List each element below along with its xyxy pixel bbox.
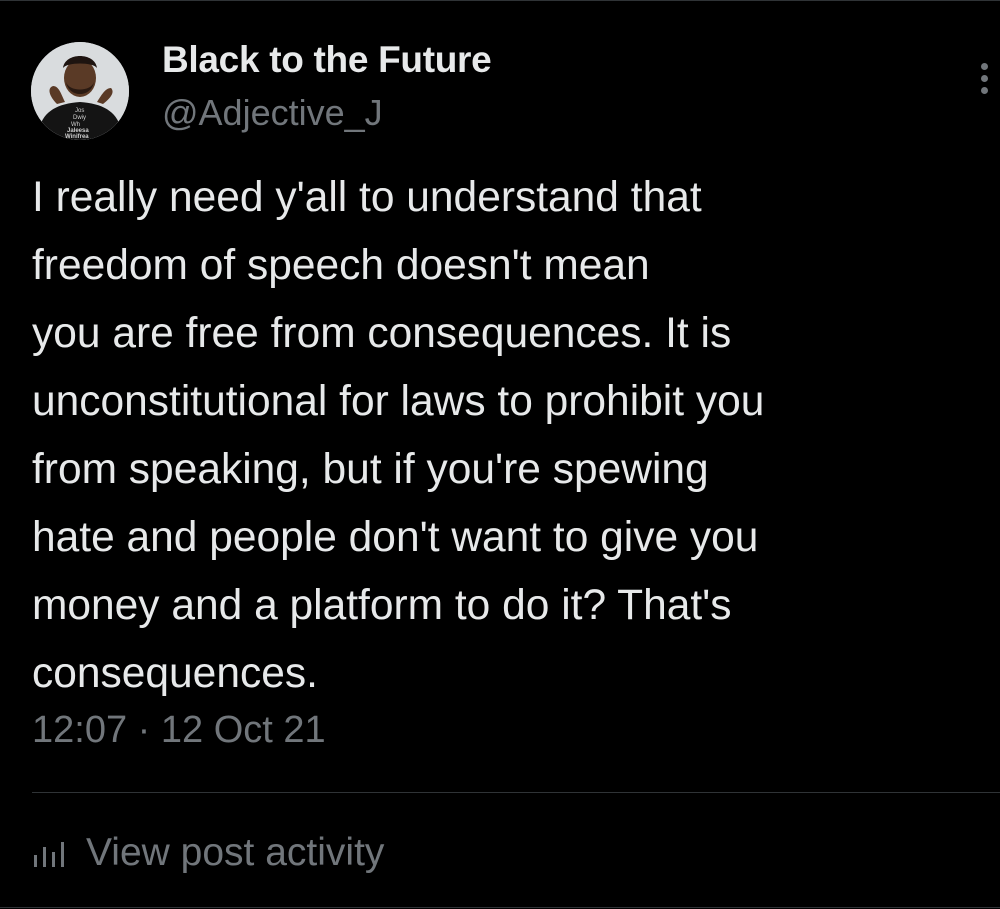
more-options-button[interactable] [968,56,1000,100]
tweet-text-line: from speaking, but if you're spewing [32,446,709,493]
section-divider [32,792,1000,793]
tweet-text-line: freedom of speech doesn't mean [32,242,650,289]
tweet-text-line: consequences. [32,650,318,697]
view-post-activity-label: View post activity [86,831,385,874]
bottom-divider [0,907,1000,908]
avatar-shirt-text-2: Dwiy [73,115,86,121]
tweet-text-line: you are free from consequences. It is [32,310,732,357]
tweet-text: I really need y'all to understand that f… [32,164,972,708]
top-divider [0,0,1000,1]
more-vertical-icon-dot-top [980,62,988,70]
view-post-activity-button[interactable]: View post activity [32,826,384,880]
analytics-bars-icon [34,842,64,867]
avatar-shirt-text-5: Winifrea [65,134,89,140]
more-vertical-icon-dot-bottom [980,86,988,94]
more-vertical-icon-dot-middle [980,74,988,82]
author-name[interactable]: Black to the Future [162,39,492,81]
tweet-text-line: hate and people don't want to give you [32,514,759,561]
avatar-shirt-text-1: Jos [75,108,84,114]
tweet-timestamp[interactable]: 12:07 · 12 Oct 21 [32,709,326,752]
author-handle[interactable]: @Adjective_J [162,92,383,134]
tweet-text-line: money and a platform to do it? That's [32,582,732,629]
tweet-text-line: unconstitutional for laws to prohibit yo… [32,378,765,425]
avatar-photo: Jos Dwiy Wh Jaleesa Winifrea [31,42,129,140]
tweet-text-line: I really need y'all to understand that [32,174,702,221]
avatar[interactable]: Jos Dwiy Wh Jaleesa Winifrea [31,42,129,140]
